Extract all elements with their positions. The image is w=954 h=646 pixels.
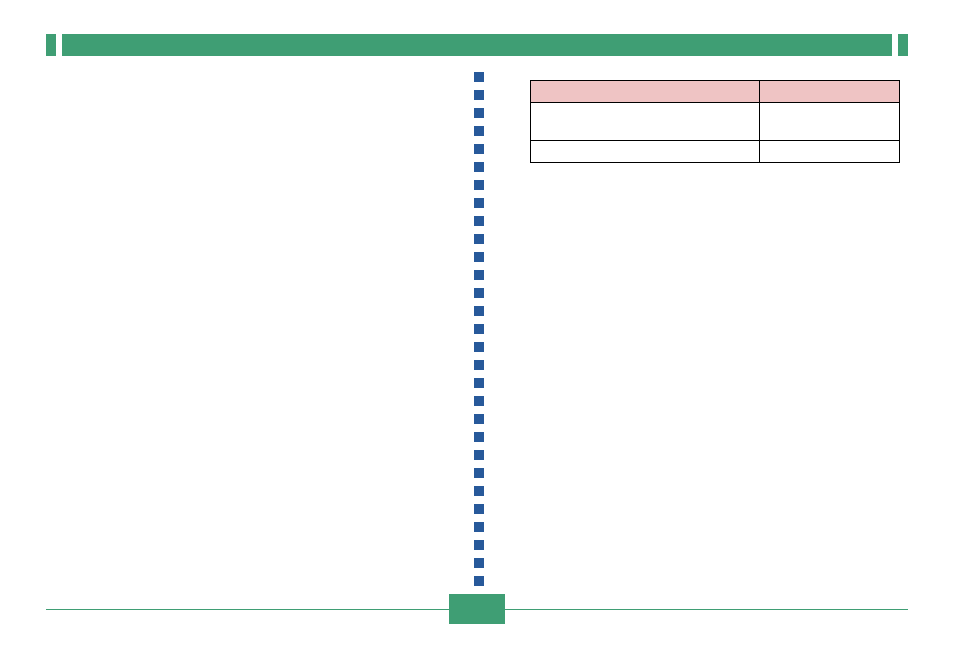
divider-dot [474,234,484,244]
divider-dot [474,558,484,568]
divider-dot [474,216,484,226]
divider-dot [474,414,484,424]
divider-dot [474,108,484,118]
table-header-row [531,81,900,103]
divider-dot [474,162,484,172]
table-cell [531,141,760,163]
divider-dot [474,252,484,262]
divider-dot [474,72,484,82]
divider-dot [474,504,484,514]
divider-dot [474,432,484,442]
divider-dot [474,288,484,298]
table-header-cell [759,81,899,103]
divider-dot [474,198,484,208]
divider-dot [474,486,484,496]
divider-dot [474,576,484,586]
divider-dot [474,270,484,280]
table-cell [759,103,899,141]
vertical-divider-dots [474,72,484,604]
divider-dot [474,324,484,334]
table-cell [531,103,760,141]
title-bar-main [62,34,892,56]
table-header-cell [531,81,760,103]
info-table [530,80,900,163]
divider-dot [474,540,484,550]
divider-dot [474,180,484,190]
divider-dot [474,306,484,316]
divider-dot [474,90,484,100]
divider-dot [474,144,484,154]
table-row [531,103,900,141]
title-bar-accent-left [46,34,56,56]
table-row [531,141,900,163]
divider-dot [474,450,484,460]
title-bar-accent-right [898,34,908,56]
divider-dot [474,396,484,406]
divider-dot [474,522,484,532]
divider-dot [474,360,484,370]
divider-dot [474,126,484,136]
page-number-badge [449,594,505,624]
divider-dot [474,378,484,388]
title-bar [46,34,908,56]
divider-dot [474,342,484,352]
divider-dot [474,468,484,478]
table-cell [759,141,899,163]
